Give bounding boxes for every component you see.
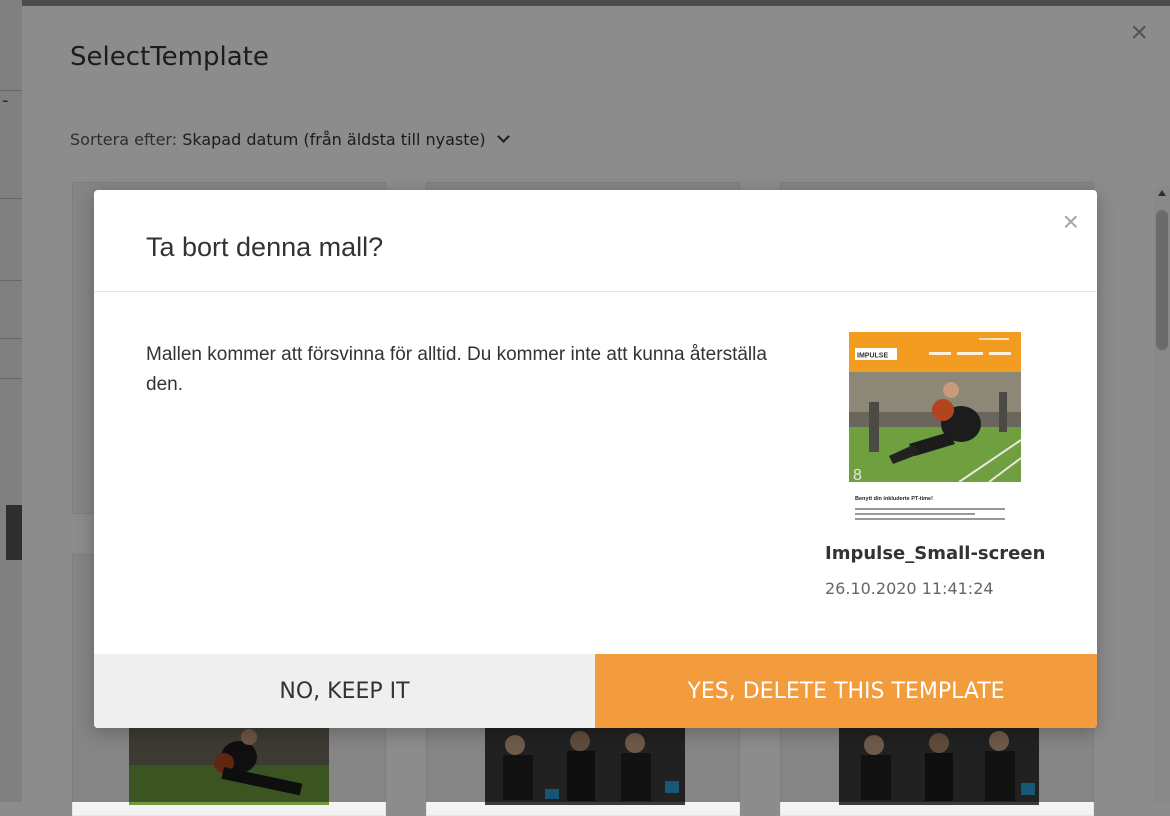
dialog-message: Mallen kommer att försvinna för alltid. … bbox=[146, 344, 767, 395]
close-icon[interactable]: × bbox=[1063, 208, 1079, 236]
preview-logo-text: IMPULSE bbox=[857, 353, 888, 360]
preview-headline: Benytt din inkluderte PT-time! bbox=[855, 496, 933, 502]
keep-button[interactable]: NO, KEEP IT bbox=[94, 654, 595, 728]
delete-confirm-dialog: Ta bort denna mall? × Mallen kommer att … bbox=[94, 190, 1097, 728]
svg-text:8: 8 bbox=[853, 467, 862, 484]
dialog-divider bbox=[94, 291, 1097, 292]
delete-template-button[interactable]: YES, DELETE THIS TEMPLATE bbox=[595, 654, 1097, 728]
template-name: Impulse_Small-screen bbox=[825, 543, 1046, 564]
dialog-title: Ta bort denna mall? bbox=[146, 232, 384, 262]
template-preview-image: IMPULSE 8 Benytt din inkluderte PT-time! bbox=[849, 332, 1021, 528]
template-date: 26.10.2020 11:41:24 bbox=[825, 579, 994, 598]
